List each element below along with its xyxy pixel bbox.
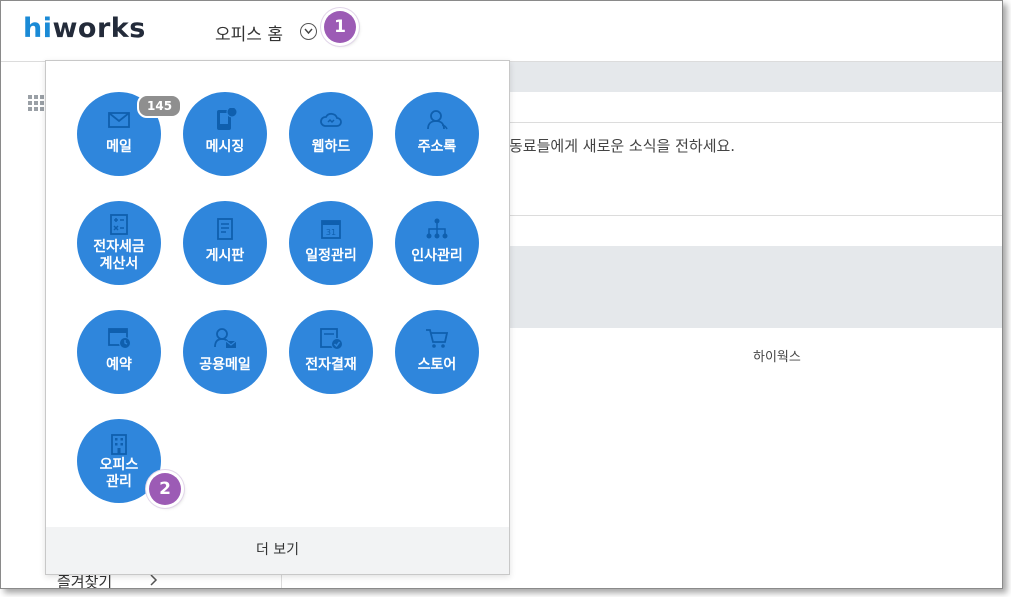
step-marker-1: 1: [324, 11, 356, 43]
see-more-button[interactable]: 더 보기: [46, 527, 509, 574]
chevron-down-icon[interactable]: [300, 23, 317, 40]
app-label: 웹하드: [311, 139, 351, 155]
office-apps-dropdown: 메일 145 메시징 웹하드 주소록 전자세금계산서 게시판 31 일정관리: [45, 60, 510, 575]
hiworks-logo[interactable]: hiworks: [23, 13, 146, 44]
app-reservation[interactable]: 예약: [77, 310, 161, 394]
company-name: 하이웍스: [753, 350, 801, 365]
app-label: 일정관리: [305, 248, 357, 264]
contacts-icon: [427, 110, 448, 130]
top-header: hiworks 오피스 홈 1: [1, 1, 1002, 62]
calculator-icon: [110, 214, 128, 235]
app-label: 예약: [106, 357, 132, 373]
approval-icon: [320, 328, 343, 350]
news-post-prompt[interactable]: 동료들에게 새로운 소식을 전하세요.: [509, 135, 735, 156]
app-hr[interactable]: 인사관리: [395, 201, 479, 285]
cart-icon: [426, 329, 449, 348]
app-contacts[interactable]: 주소록: [395, 92, 479, 176]
app-window: 즐겨찾기 동료들에게 새로운 소식을 전하세요. 하이웍스 hiworks 오피…: [0, 0, 1003, 589]
app-webhard[interactable]: 웹하드: [289, 92, 373, 176]
chevron-right-icon[interactable]: [149, 574, 159, 586]
app-e-approval[interactable]: 전자결재: [289, 310, 373, 394]
building-icon: [111, 434, 127, 455]
app-mail[interactable]: 메일 145: [77, 92, 183, 176]
board-icon: [217, 218, 233, 240]
app-label: 메시징: [205, 139, 245, 155]
shared-mail-icon: [214, 328, 237, 348]
app-label: 메일: [106, 139, 132, 155]
app-label: 공용메일: [199, 357, 251, 373]
app-label: 전자세금 계산서: [93, 239, 145, 272]
app-messaging[interactable]: 메시징: [183, 92, 267, 176]
app-board[interactable]: 게시판: [183, 201, 267, 285]
office-home-menu[interactable]: 오피스 홈: [215, 20, 283, 45]
app-label: 게시판: [205, 248, 245, 264]
app-shared-mail[interactable]: 공용메일: [183, 310, 267, 394]
app-store[interactable]: 스토어: [395, 310, 479, 394]
svg-text:31: 31: [326, 228, 336, 237]
reservation-icon: [108, 328, 131, 349]
cloud-icon: [320, 112, 342, 127]
app-label: 전자결재: [305, 357, 357, 373]
app-grid-icon[interactable]: [28, 95, 46, 111]
app-label: 주소록: [417, 139, 457, 155]
phone-message-icon: [217, 108, 237, 130]
app-calendar[interactable]: 31 일정관리: [289, 201, 373, 285]
app-label: 스토어: [417, 357, 457, 373]
unread-count-badge: 145: [137, 94, 183, 118]
app-e-tax-invoice[interactable]: 전자세금 계산서: [77, 201, 161, 285]
mail-icon: [108, 112, 130, 128]
app-label: 인사관리: [411, 248, 463, 264]
step-marker-2: 2: [149, 473, 181, 505]
org-chart-icon: [426, 218, 448, 239]
calendar-icon: 31: [321, 220, 341, 239]
